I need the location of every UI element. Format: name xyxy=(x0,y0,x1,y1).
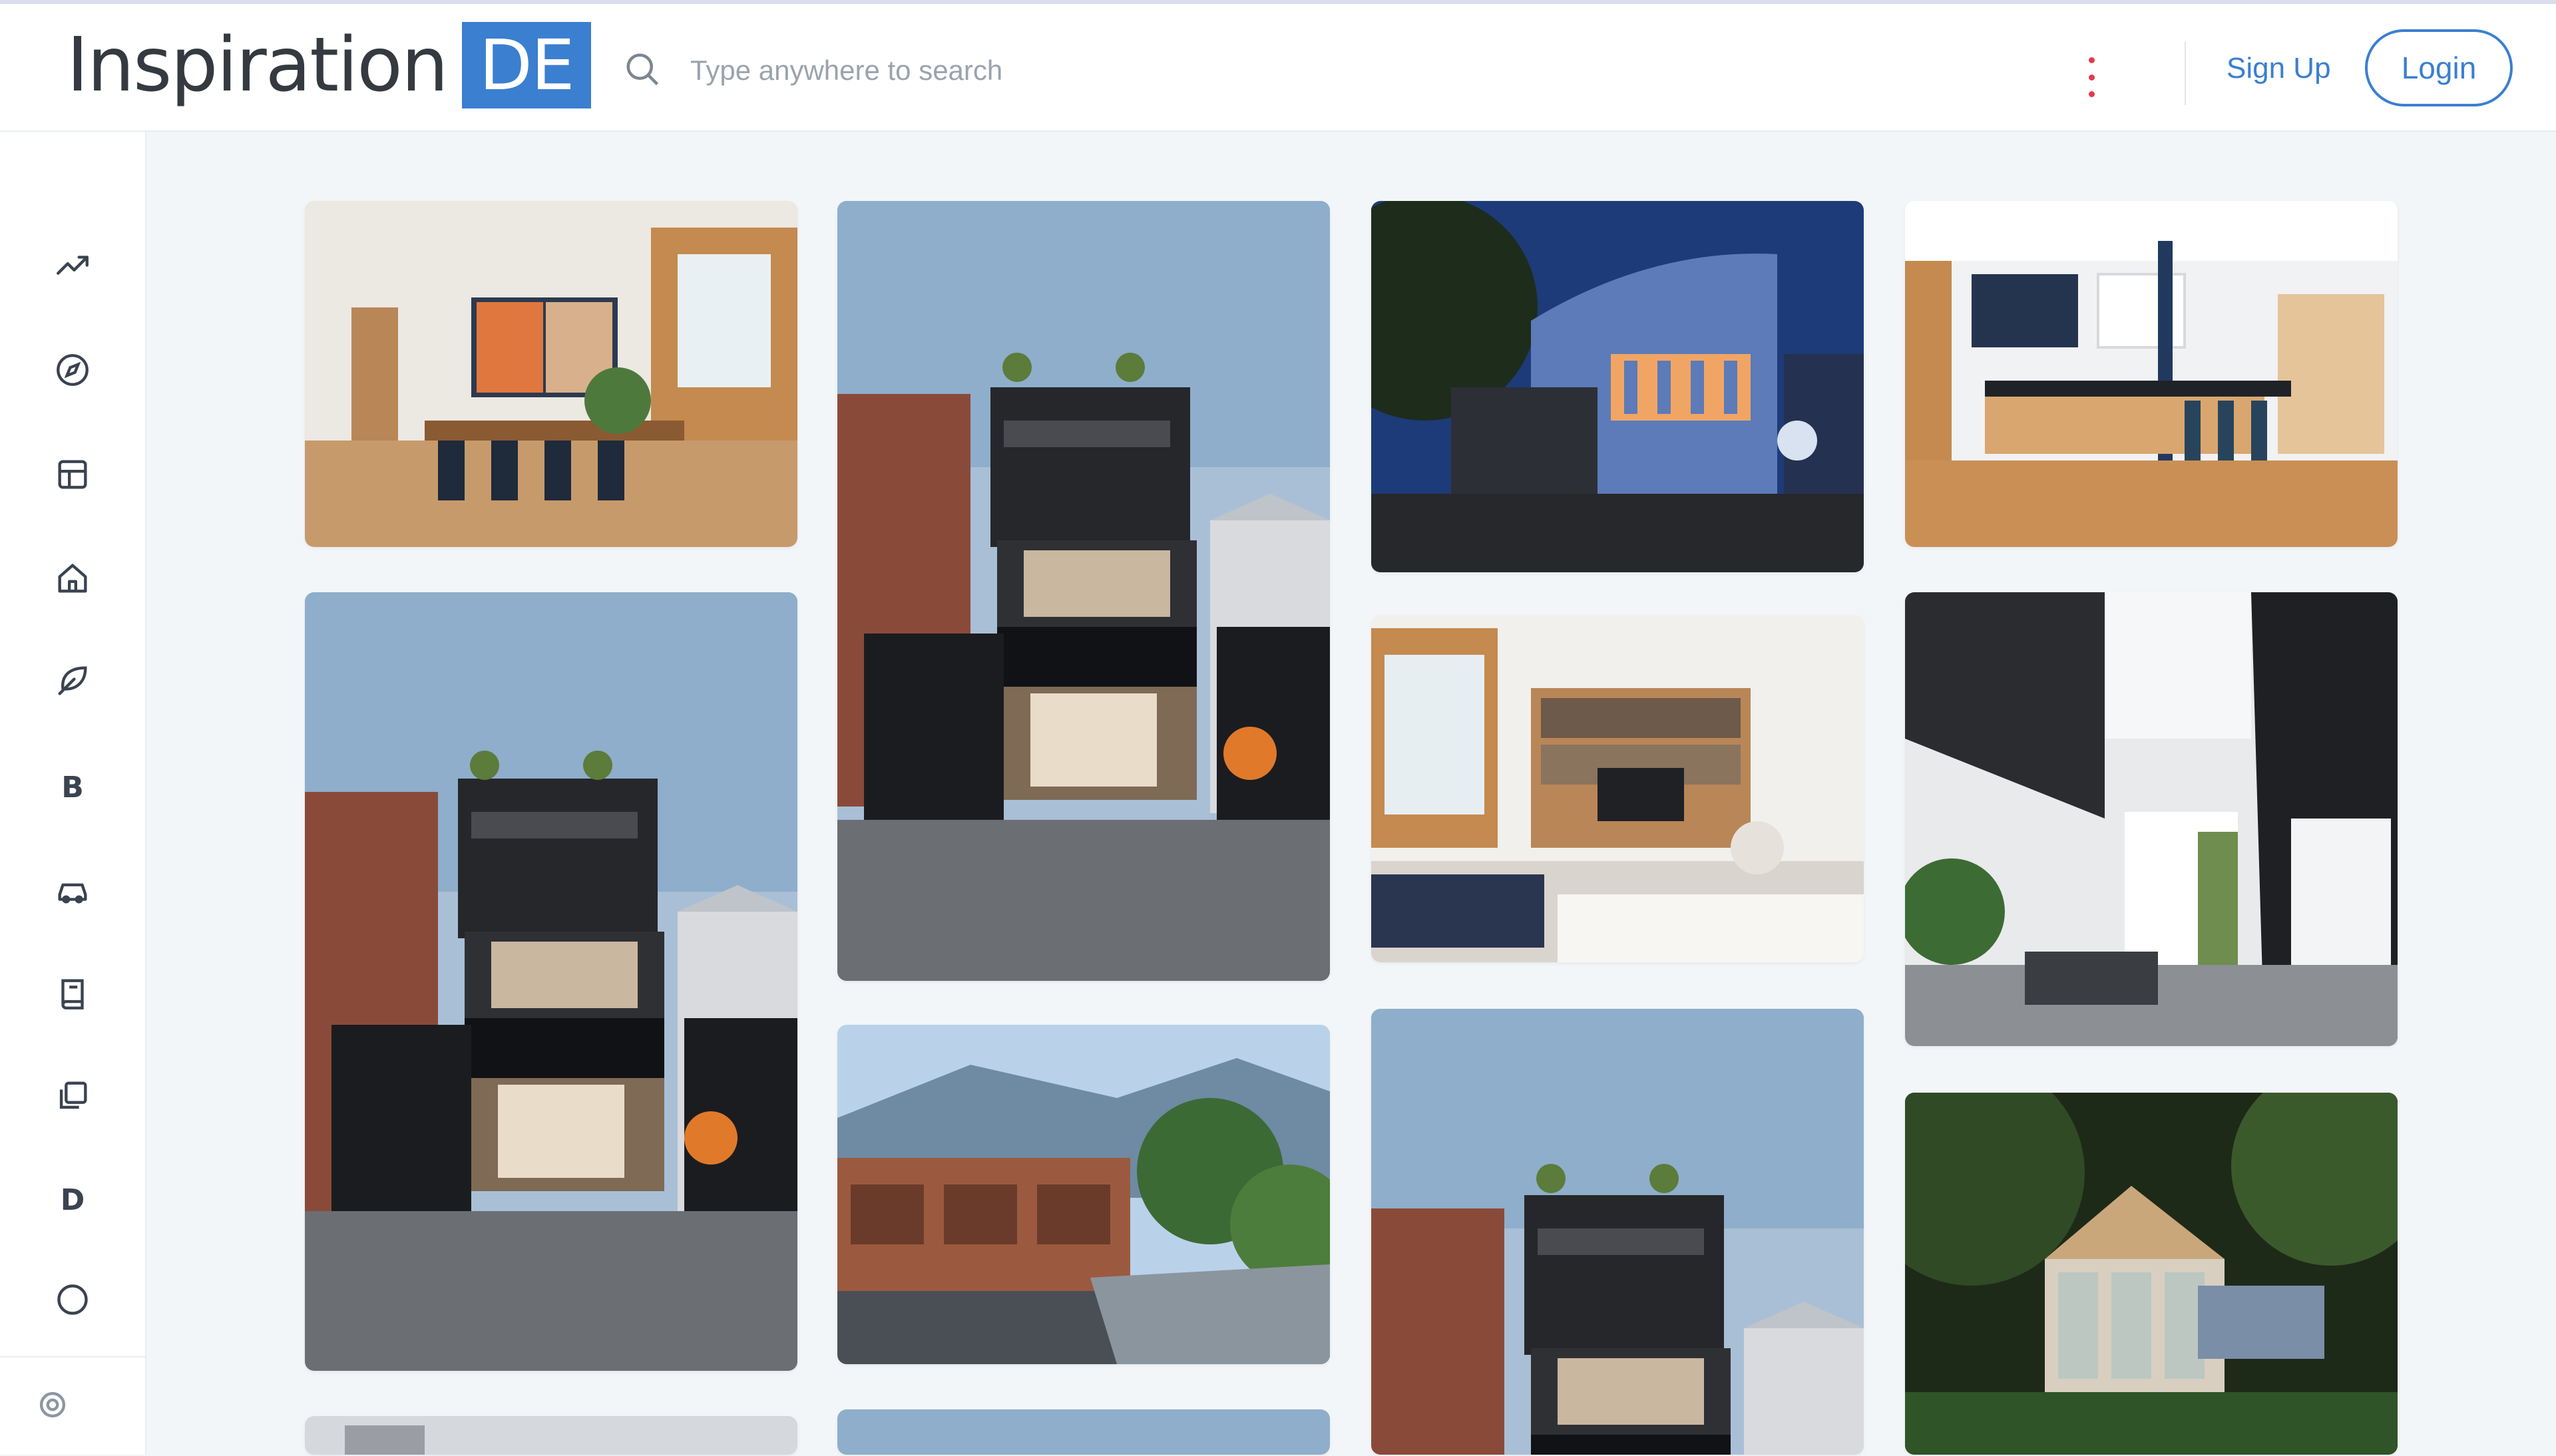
top-bar: Inspiration DE Sign Up Login xyxy=(0,4,2556,132)
search-input[interactable] xyxy=(689,54,1291,87)
logo-badge: DE xyxy=(461,22,591,108)
sidebar: B D xyxy=(0,132,146,1455)
settings-icon[interactable] xyxy=(29,1381,76,1428)
stack-icon[interactable] xyxy=(49,1073,96,1119)
gallery-image-black-narrow-house[interactable] xyxy=(305,592,797,1371)
letter-b[interactable]: B xyxy=(49,764,96,811)
gallery-image-modern-kitchen[interactable] xyxy=(1905,201,2398,547)
login-button[interactable]: Login xyxy=(2365,29,2513,106)
logo[interactable]: Inspiration DE xyxy=(67,22,591,108)
gallery-image-white-corridor-interior[interactable] xyxy=(1905,592,2398,1046)
gallery-image-living-room-bookshelves[interactable] xyxy=(1371,615,1864,962)
book-icon[interactable] xyxy=(49,970,96,1017)
leaf-icon[interactable] xyxy=(49,657,96,704)
search-bar[interactable] xyxy=(622,44,1291,97)
logo-text: Inspiration xyxy=(67,22,449,108)
gallery-image-black-narrow-house-tall[interactable] xyxy=(837,201,1330,981)
gallery-image-dining-room[interactable] xyxy=(305,201,797,547)
circle-icon[interactable] xyxy=(49,1276,96,1323)
home-icon[interactable] xyxy=(49,555,96,602)
letter-d-text: D xyxy=(60,1183,85,1217)
letter-b-text: B xyxy=(61,770,84,805)
gallery-image-partial-2[interactable] xyxy=(837,1409,1330,1455)
sidebar-footer xyxy=(0,1356,145,1456)
gallery-image-black-narrow-house-3[interactable] xyxy=(1371,1009,1864,1455)
search-icon xyxy=(622,49,662,92)
layout-icon[interactable] xyxy=(49,451,96,498)
trending-icon[interactable] xyxy=(49,244,96,290)
header-divider xyxy=(2185,41,2186,105)
gallery-image-blue-curved-building-night[interactable] xyxy=(1371,201,1864,572)
letter-d[interactable]: D xyxy=(49,1177,96,1223)
more-options-icon[interactable] xyxy=(2083,57,2099,97)
gallery-image-partial-1[interactable] xyxy=(305,1416,797,1455)
signup-link[interactable]: Sign Up xyxy=(2227,52,2331,85)
car-icon[interactable] xyxy=(49,866,96,913)
gallery-image-garden-greenhouse[interactable] xyxy=(1905,1093,2398,1455)
gallery-image-brick-village-river[interactable] xyxy=(837,1025,1330,1364)
compass-icon[interactable] xyxy=(49,347,96,393)
